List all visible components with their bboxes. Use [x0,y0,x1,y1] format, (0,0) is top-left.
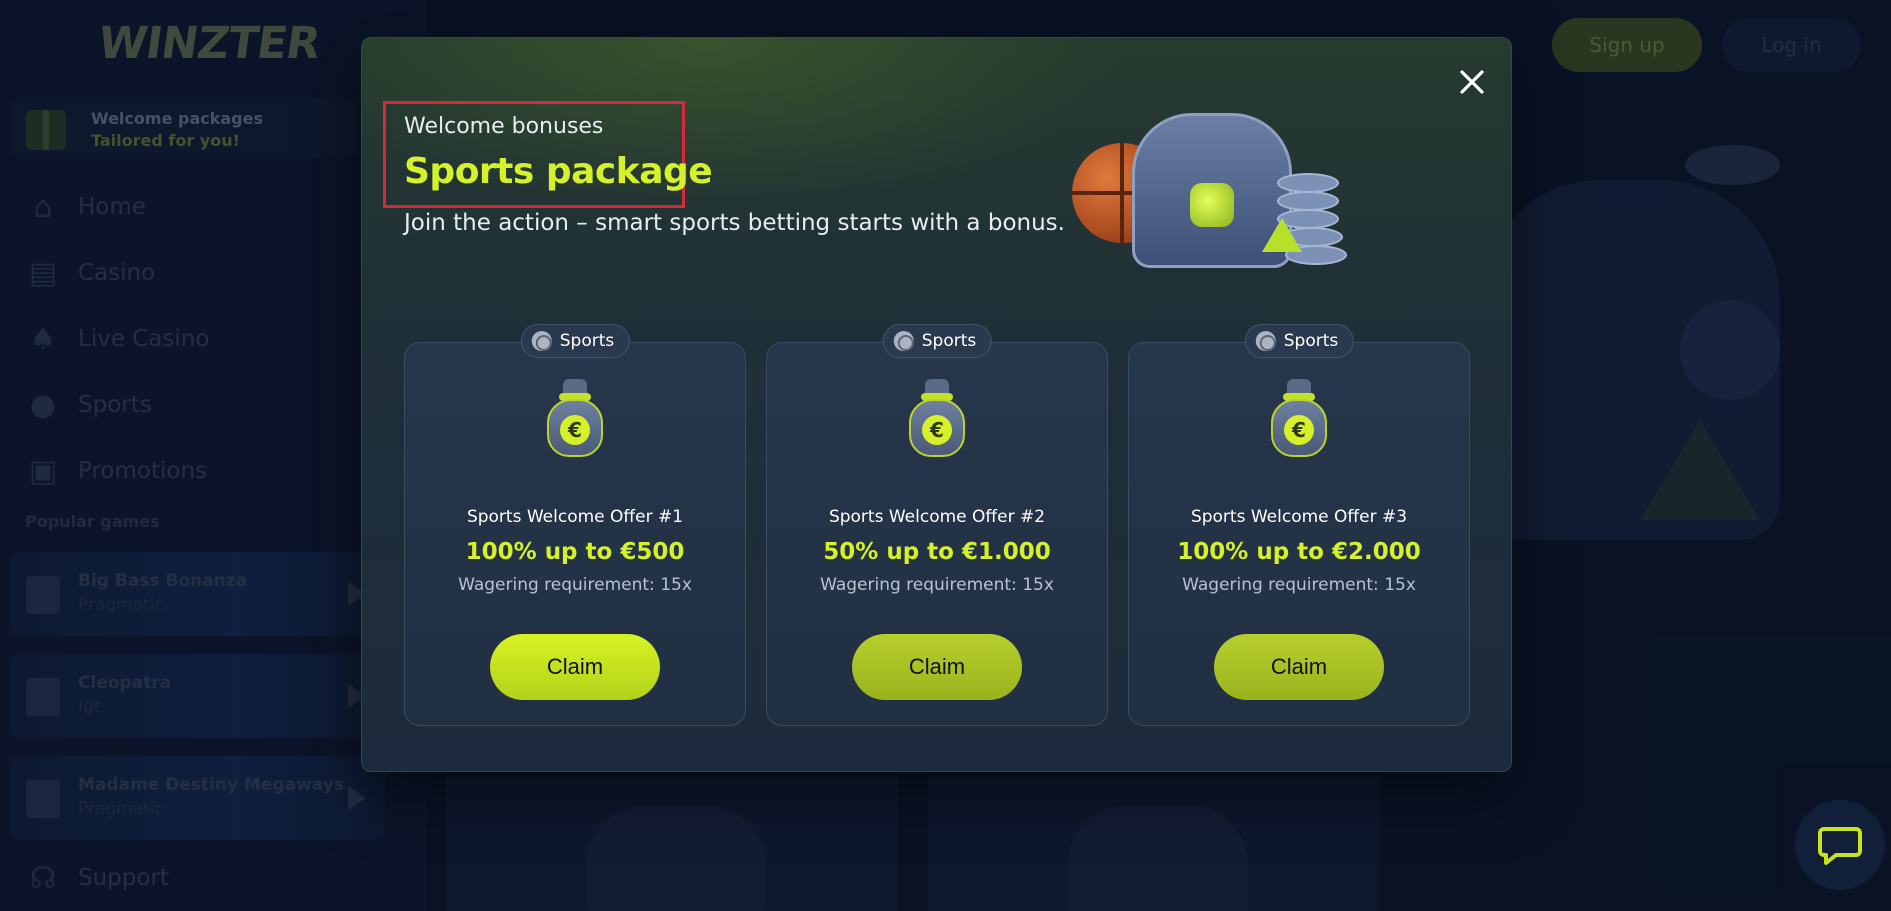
live-chat-button[interactable] [1795,800,1885,890]
money-bag-icon: € [1269,379,1329,459]
offer-wagering: Wagering requirement: 15x [458,575,692,595]
lock-icon [1190,183,1234,227]
offer-wagering: Wagering requirement: 15x [1182,575,1416,595]
claim-button[interactable]: Claim [852,634,1022,700]
offer-name: Sports Welcome Offer #3 [1190,507,1408,527]
modal-eyebrow: Welcome bonuses [404,114,604,139]
offer-name: Sports Welcome Offer #2 [828,507,1046,527]
offer-amount: 100% up to €500 [465,539,685,565]
sports-ball-icon [893,331,914,351]
welcome-bonus-modal: Welcome bonuses Sports package Join the … [361,37,1512,772]
offer-amount: 50% up to €1.000 [823,539,1051,565]
money-bag-icon: € [907,379,967,459]
badge-label: Sports [921,331,977,351]
sports-ball-icon [531,331,552,351]
category-badge: Sports [520,324,630,358]
treasure-chest-illustration [1072,93,1372,283]
modal-description: Join the action – smart sports betting s… [404,210,1065,236]
badge-label: Sports [559,331,615,351]
claim-button[interactable]: Claim [1214,634,1384,700]
offer-card: Sports € Sports Welcome Offer #3 100% up… [1128,324,1470,726]
claim-button[interactable]: Claim [490,634,660,700]
offer-amount: 100% up to €2.000 [1177,539,1421,565]
chat-icon [1818,827,1862,865]
offer-name: Sports Welcome Offer #1 [466,507,684,527]
category-badge: Sports [882,324,992,358]
badge-label: Sports [1283,331,1339,351]
money-bag-icon: € [545,379,605,459]
gem-icon [1262,218,1302,252]
category-badge: Sports [1244,324,1354,358]
close-button[interactable] [1456,66,1488,98]
sports-ball-icon [1255,331,1276,351]
close-icon [1460,70,1484,94]
modal-title: Sports package [404,151,713,192]
offer-card: Sports € Sports Welcome Offer #2 50% up … [766,324,1108,726]
offer-card: Sports € Sports Welcome Offer #1 100% up… [404,324,746,726]
offer-wagering: Wagering requirement: 15x [820,575,1054,595]
